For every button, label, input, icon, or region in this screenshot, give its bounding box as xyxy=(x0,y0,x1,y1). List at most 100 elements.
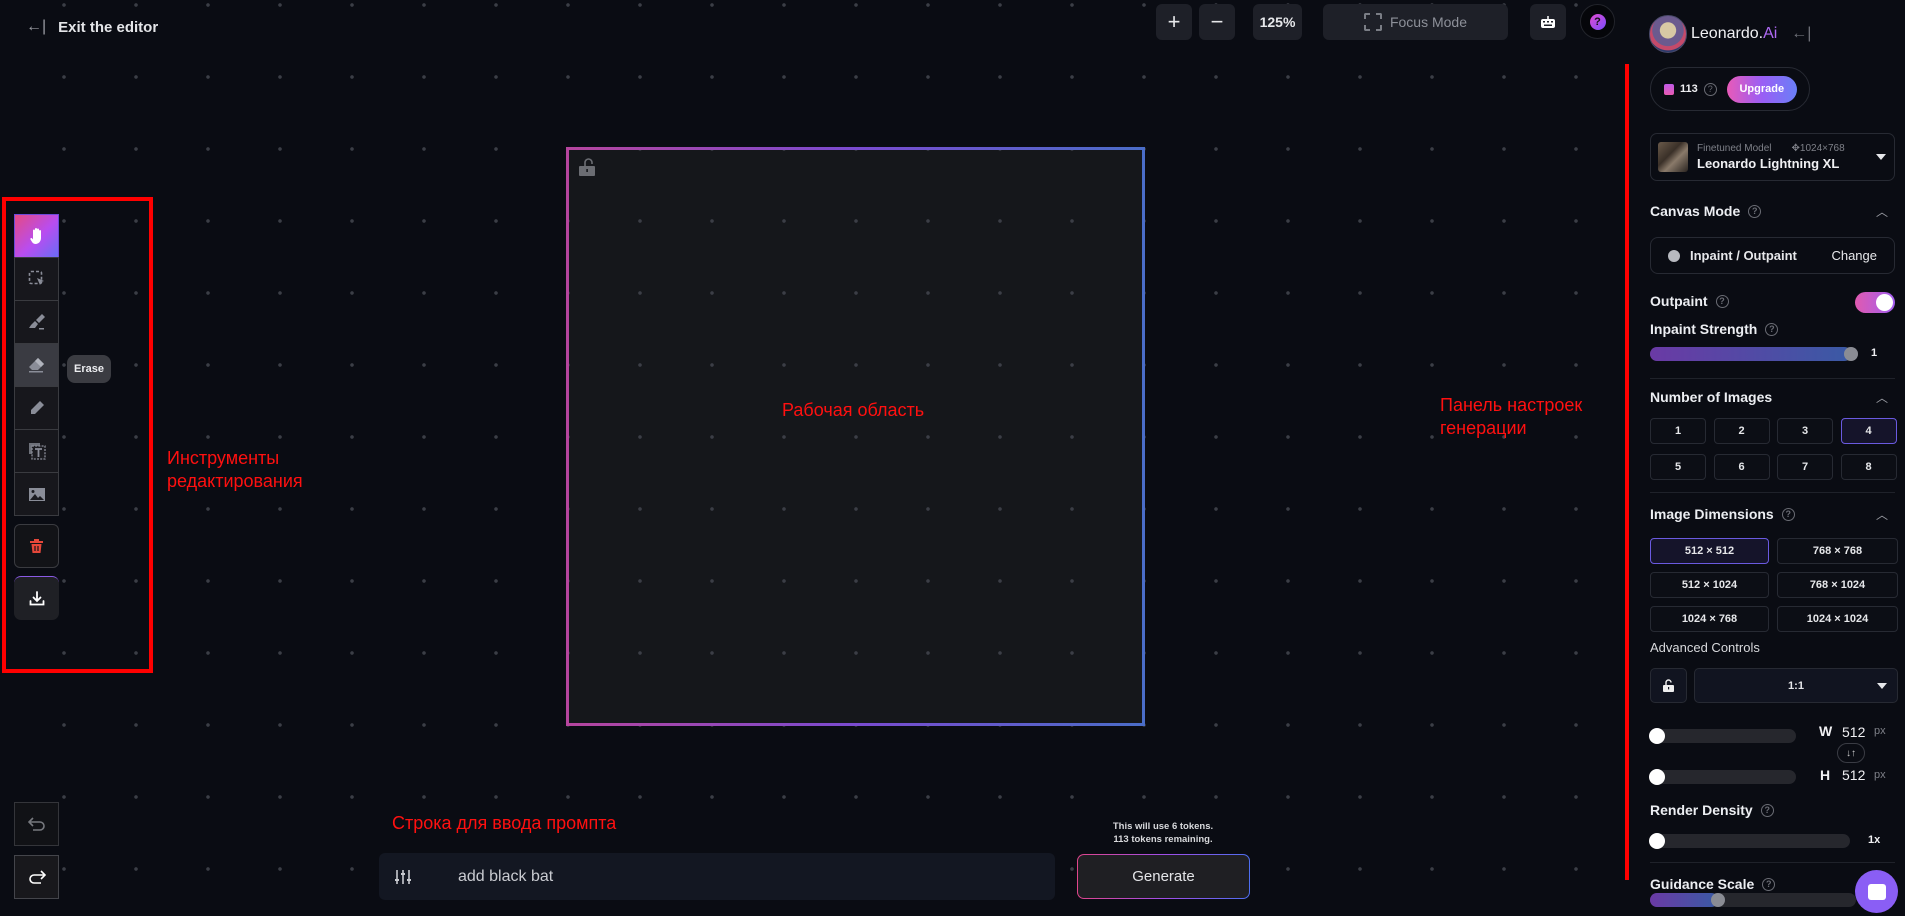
eraser-icon xyxy=(28,358,44,373)
brand-name: Leonardo.Ai xyxy=(1691,25,1777,43)
image-icon xyxy=(28,487,45,501)
brand-text: Leonardo. xyxy=(1691,25,1764,42)
chevron-up-icon[interactable]: ︿ xyxy=(1876,506,1888,523)
render-density-knob[interactable] xyxy=(1649,833,1665,849)
render-density-help-icon[interactable]: ? xyxy=(1760,803,1774,817)
tool-pan[interactable] xyxy=(14,214,59,258)
tool-text-layer[interactable] xyxy=(14,429,59,473)
canvas-grid xyxy=(569,150,1142,723)
slider-fill xyxy=(1650,893,1719,907)
num-images-label: Number of Images xyxy=(1650,389,1773,405)
credits-help-icon[interactable]: ? xyxy=(1703,82,1717,96)
focus-mode-button[interactable]: Focus Mode xyxy=(1323,4,1508,40)
change-mode-button[interactable]: Change xyxy=(1831,248,1877,263)
canvas-mode-help-icon[interactable]: ? xyxy=(1748,204,1762,218)
inpaint-strength-label: Inpaint Strength xyxy=(1650,321,1758,337)
chat-icon xyxy=(1867,883,1886,900)
inpaint-strength-help-icon[interactable]: ? xyxy=(1765,322,1779,336)
slider-knob[interactable] xyxy=(1711,893,1726,907)
guidance-scale-help-icon[interactable]: ? xyxy=(1762,877,1776,891)
height-label: H xyxy=(1820,767,1831,783)
select-icon xyxy=(28,270,44,285)
num-images-option[interactable]: 6 xyxy=(1713,454,1770,480)
width-label: W xyxy=(1819,723,1833,739)
delete-button[interactable] xyxy=(14,524,59,568)
num-images-option[interactable]: 4 xyxy=(1840,418,1897,444)
chevron-up-icon[interactable]: ︿ xyxy=(1876,389,1888,406)
collapse-panel-icon[interactable]: ←| xyxy=(1791,25,1811,43)
model-thumbnail xyxy=(1658,142,1688,172)
edit-toolbar xyxy=(14,214,59,620)
generate-button[interactable]: Generate xyxy=(1077,854,1250,899)
upgrade-button[interactable]: Upgrade xyxy=(1726,75,1797,103)
outpaint-toggle[interactable] xyxy=(1855,292,1895,313)
keyboard-shortcuts-button[interactable] xyxy=(1530,4,1566,40)
dimension-option[interactable]: 1024 × 768 xyxy=(1650,606,1769,632)
tokens-remaining: 113 tokens remaining. xyxy=(1113,834,1213,845)
inpaint-strength-slider[interactable] xyxy=(1650,347,1858,361)
dimension-option[interactable]: 512 × 512 xyxy=(1650,538,1769,564)
render-density-title: Render Density ? xyxy=(1650,802,1774,818)
guidance-scale-slider[interactable] xyxy=(1650,893,1856,907)
height-slider[interactable] xyxy=(1649,769,1796,785)
num-images-option[interactable]: 5 xyxy=(1650,454,1706,480)
support-chat-button[interactable] xyxy=(1855,870,1898,913)
focus-mode-label: Focus Mode xyxy=(1389,14,1468,30)
tool-pencil[interactable] xyxy=(14,386,59,430)
width-slider[interactable] xyxy=(1649,728,1796,744)
tool-image[interactable] xyxy=(14,472,59,516)
aspect-lock-button[interactable] xyxy=(1650,668,1687,703)
width-value[interactable]: 512 xyxy=(1842,724,1865,740)
slider-knob[interactable] xyxy=(1844,347,1858,361)
toggle-knob xyxy=(1876,294,1893,311)
caret-down-icon xyxy=(1876,154,1886,160)
height-value[interactable]: 512 xyxy=(1842,767,1865,783)
num-images-option[interactable]: 2 xyxy=(1713,418,1770,444)
prompt-settings-button[interactable] xyxy=(395,869,435,885)
dimension-option[interactable]: 768 × 768 xyxy=(1777,538,1898,564)
exit-editor-label: Exit the editor xyxy=(58,18,159,36)
height-slider-knob[interactable] xyxy=(1649,769,1665,785)
num-images-option[interactable]: 7 xyxy=(1777,454,1833,480)
num-images-option[interactable]: 8 xyxy=(1840,454,1897,480)
unlock-icon[interactable] xyxy=(579,158,596,176)
help-button[interactable]: ? xyxy=(1580,4,1615,39)
canvas-mode-label: Canvas Mode xyxy=(1650,203,1741,219)
aspect-ratio-select[interactable]: 1:1 xyxy=(1694,668,1898,703)
tools-annotation-line2: редактирования xyxy=(167,471,303,491)
dimension-option[interactable]: 768 × 1024 xyxy=(1777,572,1898,598)
tool-draw-mask[interactable] xyxy=(14,300,59,344)
model-resolution: ✥1024×768 xyxy=(1791,143,1845,154)
zoom-level[interactable]: 125% xyxy=(1253,4,1302,40)
caret-down-icon xyxy=(1877,683,1887,689)
dimensions-help-icon[interactable]: ? xyxy=(1781,507,1795,521)
num-images-option[interactable]: 1 xyxy=(1650,418,1706,444)
trash-icon xyxy=(30,539,43,553)
undo-icon xyxy=(27,817,45,831)
render-density-slider[interactable] xyxy=(1649,833,1850,849)
height-unit: px xyxy=(1874,769,1886,781)
avatar[interactable] xyxy=(1649,15,1687,53)
swap-icon: ↓↑ xyxy=(1846,747,1856,759)
tool-select[interactable] xyxy=(14,257,59,301)
inpaint-strength-title: Inpaint Strength ? xyxy=(1650,321,1779,337)
canvas-area[interactable] xyxy=(566,147,1145,726)
redo-button[interactable] xyxy=(14,855,59,899)
dimension-option[interactable]: 512 × 1024 xyxy=(1650,572,1769,598)
chevron-up-icon[interactable]: ︿ xyxy=(1876,203,1888,220)
tool-erase[interactable] xyxy=(14,343,59,387)
outpaint-help-icon[interactable]: ? xyxy=(1715,294,1729,308)
swap-dimensions-button[interactable]: ↓↑ xyxy=(1837,743,1865,763)
zoom-out-button[interactable]: − xyxy=(1199,4,1235,40)
num-images-option[interactable]: 3 xyxy=(1777,418,1833,444)
undo-button[interactable] xyxy=(14,802,59,846)
exit-editor-button[interactable]: ←| Exit the editor xyxy=(26,18,158,36)
zoom-in-button[interactable]: + xyxy=(1156,4,1192,40)
model-selector[interactable]: Finetuned Model ✥1024×768 Leonardo Lightn… xyxy=(1650,133,1895,181)
width-slider-knob[interactable] xyxy=(1649,728,1665,744)
dimension-option[interactable]: 1024 × 1024 xyxy=(1777,606,1898,632)
panel-annotation-line xyxy=(1625,64,1629,880)
inpaint-strength-value: 1 xyxy=(1871,347,1878,359)
prompt-input[interactable] xyxy=(458,867,1018,886)
download-button[interactable] xyxy=(14,576,59,620)
